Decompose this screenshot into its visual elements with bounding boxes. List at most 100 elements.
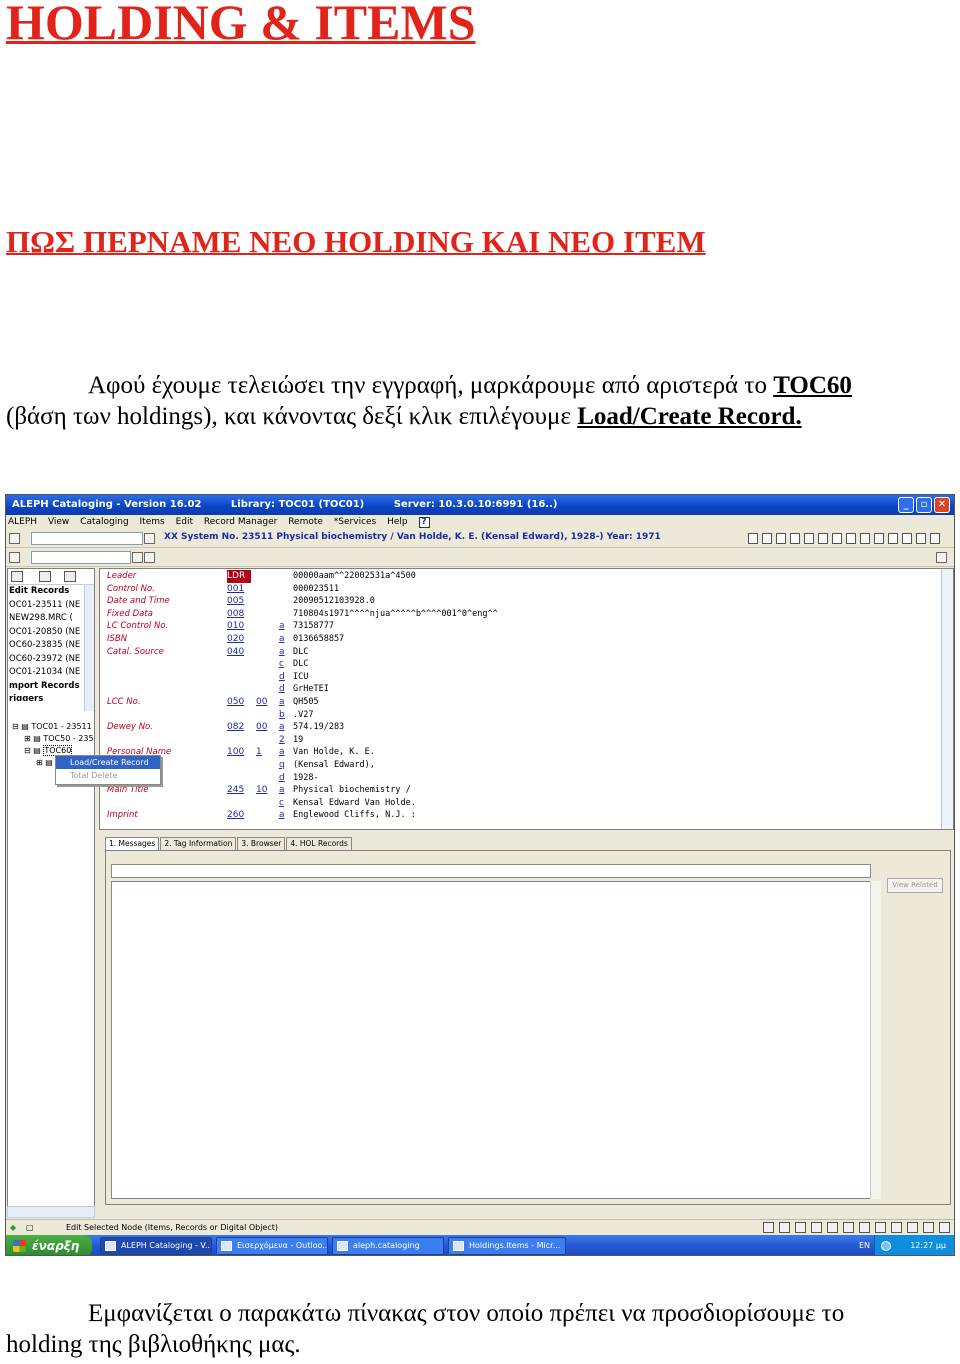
status-icon[interactable] bbox=[811, 1222, 822, 1233]
status-icon[interactable] bbox=[923, 1222, 934, 1233]
arrow-right-icon[interactable] bbox=[144, 552, 155, 563]
status-icon[interactable] bbox=[827, 1222, 838, 1233]
field-value[interactable]: 20090512103928.0 bbox=[293, 595, 375, 608]
list-item[interactable]: OC01-23511 (NE bbox=[8, 599, 84, 613]
tool-icon[interactable] bbox=[818, 533, 828, 544]
list-item[interactable]: NEW298.MRC ( bbox=[8, 612, 84, 626]
menu-aleph[interactable]: ALEPH bbox=[8, 517, 37, 527]
toolbar-icon[interactable] bbox=[9, 552, 20, 563]
nav-icon[interactable] bbox=[64, 571, 76, 582]
menu-item-total-delete[interactable]: Total Delete bbox=[56, 769, 160, 782]
field-value[interactable]: DLC bbox=[293, 646, 308, 659]
list-item[interactable]: OC60-23835 (NE bbox=[8, 639, 84, 653]
arrow-right-icon[interactable] bbox=[144, 533, 155, 544]
view-related-button[interactable]: View Related bbox=[887, 878, 943, 893]
tray-icon[interactable] bbox=[881, 1241, 891, 1251]
field-value[interactable]: Van Holde, K. E. bbox=[293, 746, 375, 759]
close-icon[interactable]: ✕ bbox=[934, 497, 950, 513]
field-value[interactable]: ICU bbox=[293, 671, 308, 684]
status-icon[interactable] bbox=[875, 1222, 886, 1233]
field-value[interactable]: 710804s1971^^^^njua^^^^^b^^^^001^0^eng^^ bbox=[293, 608, 498, 621]
toolbar-icon[interactable] bbox=[9, 533, 20, 544]
field-value[interactable]: 000023511 bbox=[293, 583, 339, 596]
tree-node-toc01[interactable]: ⊟ ▤ TOC01 - 23511 bbox=[8, 721, 94, 733]
list-item[interactable]: OC60-23972 (NE bbox=[8, 653, 84, 667]
field-value[interactable]: 0136658857 bbox=[293, 633, 344, 646]
status-icon[interactable] bbox=[763, 1222, 774, 1233]
field-value[interactable]: Kensal Edward Van Holde. bbox=[293, 797, 416, 810]
tool-icon[interactable] bbox=[888, 533, 898, 544]
record-scrollbar[interactable] bbox=[941, 569, 953, 829]
tab-tag-information[interactable]: 2. Tag Information bbox=[160, 837, 237, 850]
tab-hol-records[interactable]: 4. HOL Records bbox=[286, 837, 352, 850]
menu-record-manager[interactable]: Record Manager bbox=[204, 517, 277, 527]
field-value[interactable]: Physical biochemistry / bbox=[293, 784, 411, 797]
tool-icon[interactable] bbox=[846, 533, 856, 544]
tool-icon[interactable] bbox=[776, 533, 786, 544]
field-value[interactable]: 1928- bbox=[293, 772, 319, 785]
tool-icon[interactable] bbox=[832, 533, 842, 544]
menu-cataloging[interactable]: Cataloging bbox=[80, 517, 128, 527]
start-button[interactable]: έναρξη bbox=[6, 1235, 92, 1255]
status-icon[interactable] bbox=[843, 1222, 854, 1233]
status-icon[interactable] bbox=[859, 1222, 870, 1233]
tool-icon[interactable] bbox=[902, 533, 912, 544]
search-input[interactable] bbox=[31, 532, 143, 545]
nav-horizontal-scrollbar[interactable] bbox=[7, 1206, 95, 1218]
menu-view[interactable]: View bbox=[48, 517, 69, 527]
field-label: Dewey No. bbox=[107, 722, 153, 733]
list-item[interactable]: OC01-20850 (NE bbox=[8, 626, 84, 640]
menu-help[interactable]: Help bbox=[387, 517, 408, 527]
field-value[interactable]: .V27 bbox=[293, 709, 313, 722]
taskbar-item-folder[interactable]: aleph.cataloging bbox=[332, 1237, 444, 1255]
field-subfield: d bbox=[279, 671, 285, 682]
language-indicator[interactable]: EN bbox=[859, 1235, 870, 1255]
menu-services[interactable]: *Services bbox=[334, 517, 376, 527]
tool-icon[interactable] bbox=[804, 533, 814, 544]
tool-icon[interactable] bbox=[762, 533, 772, 544]
field-value[interactable]: QH505 bbox=[293, 696, 319, 709]
code-input[interactable] bbox=[31, 551, 131, 564]
field-value[interactable]: Englewood Cliffs, N.J. : bbox=[293, 809, 416, 822]
list-scrollbar[interactable] bbox=[84, 585, 94, 711]
tool-icon[interactable] bbox=[874, 533, 884, 544]
status-icon[interactable] bbox=[939, 1222, 950, 1233]
app-icon bbox=[105, 1241, 116, 1251]
taskbar-item-word[interactable]: Holdings.Items - Micr... bbox=[448, 1237, 566, 1255]
tab-browser[interactable]: 3. Browser bbox=[237, 837, 286, 850]
tool-icon[interactable] bbox=[930, 533, 940, 544]
tool-icon[interactable] bbox=[916, 533, 926, 544]
nav-icon[interactable] bbox=[11, 571, 23, 582]
status-icon[interactable] bbox=[779, 1222, 790, 1233]
minimize-icon[interactable]: _ bbox=[898, 497, 914, 513]
menu-remote[interactable]: Remote bbox=[288, 517, 323, 527]
help-icon[interactable]: ? bbox=[418, 517, 430, 528]
document-icon bbox=[453, 1241, 464, 1251]
status-icon[interactable] bbox=[795, 1222, 806, 1233]
status-icon[interactable] bbox=[907, 1222, 918, 1233]
field-value[interactable]: 19 bbox=[293, 734, 303, 747]
tool-icon[interactable] bbox=[748, 533, 758, 544]
field-value[interactable]: 73158777 bbox=[293, 620, 334, 633]
field-value[interactable]: DLC bbox=[293, 658, 308, 671]
messages-scrollbar[interactable] bbox=[870, 881, 881, 1199]
menu-items[interactable]: Items bbox=[140, 517, 165, 527]
tool-icon[interactable] bbox=[860, 533, 870, 544]
menu-item-load-create-record[interactable]: Load/Create Record bbox=[56, 756, 160, 769]
field-value[interactable]: GrHeTEI bbox=[293, 683, 329, 696]
menu-edit[interactable]: Edit bbox=[176, 517, 193, 527]
status-icon[interactable] bbox=[891, 1222, 902, 1233]
nav-icon[interactable] bbox=[39, 571, 51, 582]
dropdown-icon[interactable] bbox=[132, 552, 143, 563]
field-value[interactable]: (Kensal Edward), bbox=[293, 759, 375, 772]
taskbar-item-outlook[interactable]: Εισερχόμενα - Outloo... bbox=[216, 1237, 328, 1255]
tree-node-toc50[interactable]: ⊞ ▤ TOC50 - 235 bbox=[8, 733, 94, 745]
field-value[interactable]: 574.19/283 bbox=[293, 721, 344, 734]
maximize-icon[interactable]: ▫ bbox=[916, 497, 932, 513]
taskbar-item-aleph[interactable]: ALEPH Cataloging - V... bbox=[100, 1237, 212, 1255]
list-item[interactable]: OC01-21034 (NE bbox=[8, 666, 84, 680]
field-value[interactable]: 00000aam^^22002531a^4500 bbox=[293, 570, 416, 583]
tool-icon[interactable] bbox=[790, 533, 800, 544]
tab-messages[interactable]: 1. Messages bbox=[105, 837, 160, 850]
close-pane-icon[interactable] bbox=[936, 552, 947, 563]
